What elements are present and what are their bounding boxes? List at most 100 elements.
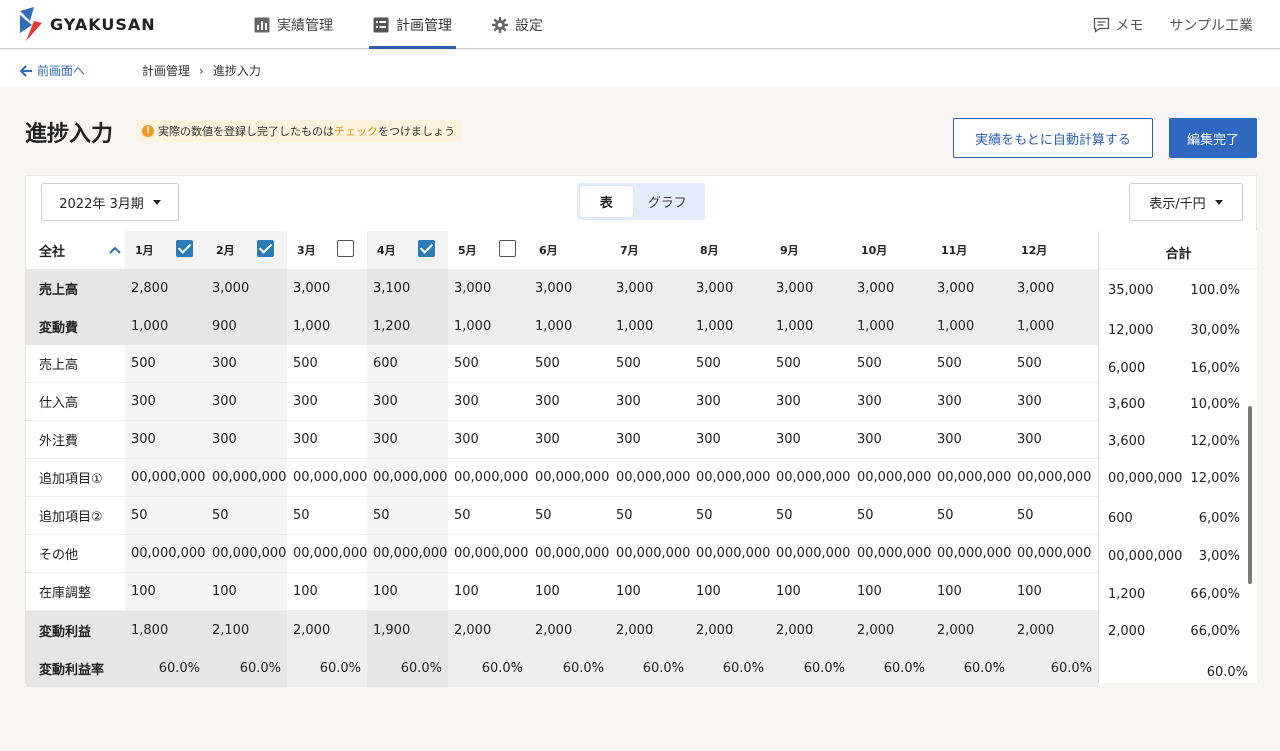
value-cell[interactable]: 3,000 — [690, 269, 770, 307]
value-cell[interactable]: 500 — [287, 345, 367, 383]
value-cell[interactable]: 100 — [690, 573, 770, 611]
value-cell[interactable]: 100 — [931, 573, 1011, 611]
unit-select[interactable]: 表示/千円 — [1129, 183, 1243, 221]
value-cell[interactable]: 3,000 — [770, 269, 851, 307]
value-cell[interactable]: 00,000,000 — [610, 459, 690, 497]
value-cell[interactable]: 60.0% — [931, 649, 1011, 687]
value-cell[interactable]: 3,000 — [931, 269, 1011, 307]
value-cell[interactable]: 00,000,000 — [851, 459, 931, 497]
corner-cell[interactable]: 全社 — [26, 231, 125, 269]
value-cell[interactable]: 00,000,000 — [529, 459, 610, 497]
value-cell[interactable]: 00,000,000 — [1011, 459, 1098, 497]
nav-item-0[interactable]: 実績管理 — [254, 0, 333, 49]
value-cell[interactable]: 00,000,000 — [851, 535, 931, 573]
month-complete-checkbox[interactable] — [337, 240, 354, 257]
value-cell[interactable]: 1,000 — [448, 307, 529, 345]
value-cell[interactable]: 900 — [206, 307, 287, 345]
value-cell[interactable]: 60.0% — [125, 649, 206, 687]
value-cell[interactable]: 300 — [206, 345, 287, 383]
value-cell[interactable]: 3,000 — [851, 269, 931, 307]
value-cell[interactable]: 00,000,000 — [770, 535, 851, 573]
value-cell[interactable]: 50 — [1011, 497, 1098, 535]
value-cell[interactable]: 2,000 — [610, 611, 690, 649]
value-cell[interactable]: 50 — [206, 497, 287, 535]
value-cell[interactable]: 300 — [448, 421, 529, 459]
edit-done-button[interactable]: 編集完了 — [1169, 118, 1257, 158]
logo[interactable]: GYAKUSAN — [20, 7, 156, 41]
value-cell[interactable]: 3,100 — [367, 269, 448, 307]
value-cell[interactable]: 300 — [1011, 383, 1098, 421]
value-cell[interactable]: 300 — [367, 383, 448, 421]
value-cell[interactable]: 100 — [851, 573, 931, 611]
nav-item-2[interactable]: 設定 — [492, 0, 543, 49]
value-cell[interactable]: 50 — [448, 497, 529, 535]
value-cell[interactable]: 500 — [690, 345, 770, 383]
value-cell[interactable]: 00,000,000 — [287, 535, 367, 573]
value-cell[interactable]: 50 — [851, 497, 931, 535]
value-cell[interactable]: 1,900 — [367, 611, 448, 649]
value-cell[interactable]: 2,000 — [770, 611, 851, 649]
company-name[interactable]: サンプル工業 — [1169, 15, 1253, 35]
value-cell[interactable]: 60.0% — [367, 649, 448, 687]
value-cell[interactable]: 60.0% — [851, 649, 931, 687]
value-cell[interactable]: 00,000,000 — [367, 535, 448, 573]
value-cell[interactable]: 500 — [529, 345, 610, 383]
value-cell[interactable]: 100 — [125, 573, 206, 611]
scrollbar[interactable] — [1248, 406, 1252, 584]
value-cell[interactable]: 100 — [206, 573, 287, 611]
value-cell[interactable]: 100 — [448, 573, 529, 611]
value-cell[interactable]: 2,000 — [851, 611, 931, 649]
value-cell[interactable]: 1,000 — [610, 307, 690, 345]
value-cell[interactable]: 50 — [931, 497, 1011, 535]
value-cell[interactable]: 300 — [125, 421, 206, 459]
value-cell[interactable]: 50 — [610, 497, 690, 535]
value-cell[interactable]: 50 — [690, 497, 770, 535]
value-cell[interactable]: 100 — [287, 573, 367, 611]
month-complete-checkbox[interactable] — [176, 240, 193, 257]
view-graph-option[interactable]: グラフ — [633, 186, 702, 217]
value-cell[interactable]: 3,000 — [287, 269, 367, 307]
value-cell[interactable]: 300 — [367, 421, 448, 459]
value-cell[interactable]: 100 — [1011, 573, 1098, 611]
nav-item-1[interactable]: 計画管理 — [369, 0, 456, 49]
value-cell[interactable]: 3,000 — [206, 269, 287, 307]
value-cell[interactable]: 00,000,000 — [206, 459, 287, 497]
value-cell[interactable]: 100 — [610, 573, 690, 611]
value-cell[interactable]: 60.0% — [610, 649, 690, 687]
value-cell[interactable]: 1,000 — [690, 307, 770, 345]
value-cell[interactable]: 60.0% — [690, 649, 770, 687]
breadcrumb-item-plan[interactable]: 計画管理 — [142, 62, 190, 79]
value-cell[interactable]: 500 — [125, 345, 206, 383]
value-cell[interactable]: 1,200 — [367, 307, 448, 345]
value-cell[interactable]: 2,000 — [529, 611, 610, 649]
value-cell[interactable]: 00,000,000 — [367, 459, 448, 497]
value-cell[interactable]: 00,000,000 — [690, 459, 770, 497]
value-cell[interactable]: 2,000 — [690, 611, 770, 649]
value-cell[interactable]: 50 — [367, 497, 448, 535]
value-cell[interactable]: 300 — [931, 383, 1011, 421]
value-cell[interactable]: 500 — [770, 345, 851, 383]
value-cell[interactable]: 00,000,000 — [287, 459, 367, 497]
value-cell[interactable]: 300 — [1011, 421, 1098, 459]
chevron-up-icon[interactable] — [109, 246, 121, 254]
month-complete-checkbox[interactable] — [257, 240, 274, 257]
value-cell[interactable]: 300 — [206, 383, 287, 421]
month-complete-checkbox[interactable] — [499, 240, 516, 257]
value-cell[interactable]: 300 — [448, 383, 529, 421]
value-cell[interactable]: 1,000 — [125, 307, 206, 345]
value-cell[interactable]: 300 — [931, 421, 1011, 459]
auto-calc-button[interactable]: 実績をもとに自動計算する — [953, 118, 1153, 158]
value-cell[interactable]: 300 — [770, 383, 851, 421]
value-cell[interactable]: 1,000 — [1011, 307, 1098, 345]
view-table-option[interactable]: 表 — [580, 186, 633, 217]
value-cell[interactable]: 00,000,000 — [529, 535, 610, 573]
value-cell[interactable]: 600 — [367, 345, 448, 383]
value-cell[interactable]: 60.0% — [448, 649, 529, 687]
value-cell[interactable]: 300 — [851, 383, 931, 421]
value-cell[interactable]: 300 — [851, 421, 931, 459]
value-cell[interactable]: 300 — [529, 383, 610, 421]
value-cell[interactable]: 1,000 — [851, 307, 931, 345]
value-cell[interactable]: 3,000 — [529, 269, 610, 307]
value-cell[interactable]: 300 — [125, 383, 206, 421]
value-cell[interactable]: 500 — [1011, 345, 1098, 383]
